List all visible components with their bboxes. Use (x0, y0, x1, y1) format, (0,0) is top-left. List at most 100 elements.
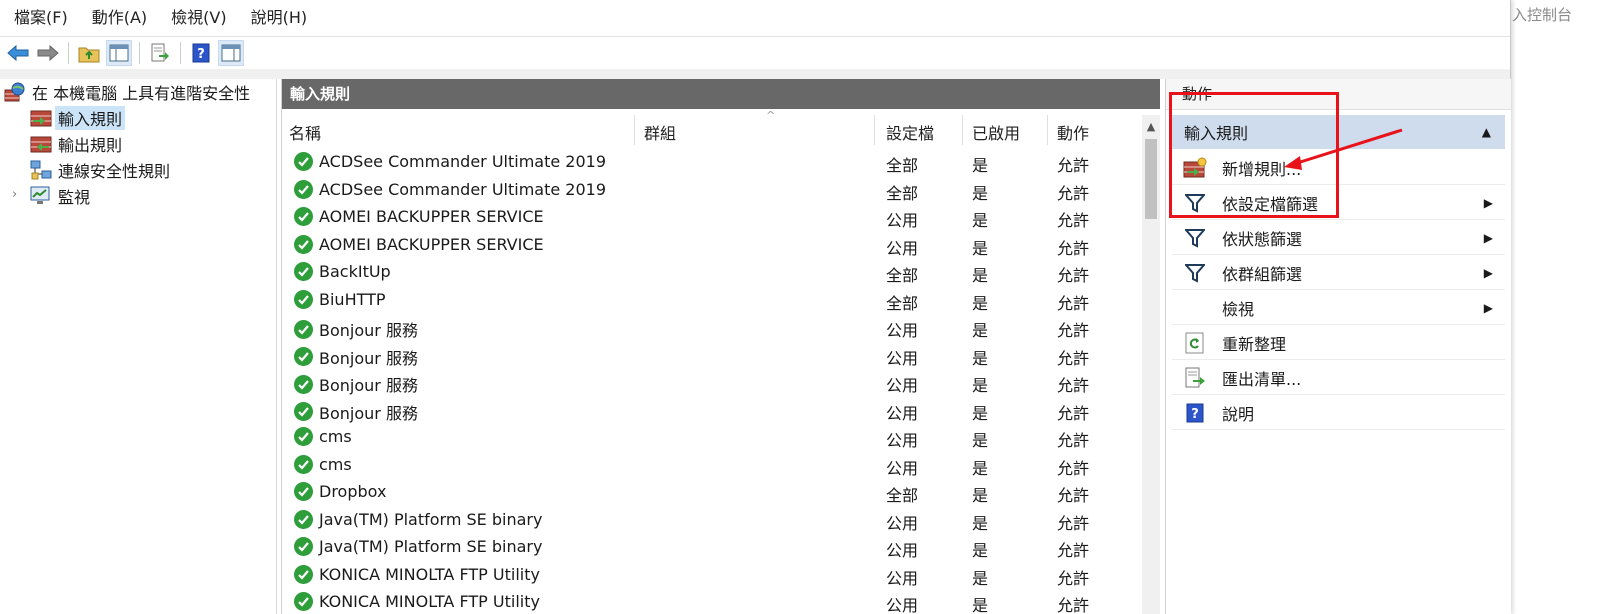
rule-enabled-cell: 是 (972, 321, 989, 340)
table-row[interactable]: cms 公用 是 允許 (282, 451, 1142, 479)
forward-icon[interactable] (36, 41, 60, 65)
rule-name-text: cms (319, 454, 352, 474)
show-hide-tree-icon[interactable] (106, 40, 132, 66)
table-row[interactable]: AOMEI BACKUPPER SERVICE 公用 是 允許 (282, 231, 1142, 259)
action-filter-by-state[interactable]: 依狀態篩選 ▶ (1172, 221, 1505, 255)
enabled-check-icon (294, 427, 313, 446)
table-row[interactable]: cms 公用 是 允許 (282, 423, 1142, 451)
rule-enabled-cell: 是 (972, 568, 989, 588)
column-divider[interactable] (962, 115, 963, 145)
enabled-check-icon (294, 262, 313, 281)
enabled-check-icon (294, 537, 313, 556)
filter-icon (1182, 261, 1208, 285)
rule-action-cell: 允許 (1057, 156, 1090, 175)
menu-file[interactable]: 檔案(F) (0, 0, 80, 36)
enabled-check-icon (294, 207, 313, 226)
tree-root-label: 在 本機電腦 上具有進階安全性 (32, 84, 251, 103)
menu-view[interactable]: 檢視(V) (159, 0, 238, 36)
tree-item-label: 輸出規則 (58, 136, 123, 155)
action-refresh[interactable]: 重新整理 (1172, 326, 1505, 360)
table-row[interactable]: ACDSee Commander Ultimate 2019 全部 是 允許 (282, 148, 1142, 176)
action-filter-by-group[interactable]: 依群組篩選 ▶ (1172, 256, 1505, 290)
rule-action-cell: 允許 (1057, 321, 1090, 340)
rule-action-cell: 允許 (1057, 266, 1090, 285)
table-row[interactable]: Java(TM) Platform SE binary 公用 是 允許 (282, 506, 1142, 534)
rule-profile-cell: 公用 (886, 376, 919, 395)
rule-action-cell: 允許 (1057, 486, 1090, 505)
rule-enabled-cell: 是 (972, 183, 989, 203)
back-icon[interactable] (6, 41, 30, 65)
scroll-thumb[interactable] (1145, 139, 1157, 219)
table-row[interactable]: Bonjour 服務 公用 是 允許 (282, 313, 1142, 341)
rule-action-cell: 允許 (1057, 238, 1090, 258)
action-label: 依群組篩選 (1222, 264, 1303, 284)
column-header-name[interactable]: 名稱 (289, 120, 321, 144)
tree-item-monitoring[interactable]: 監視 (30, 183, 90, 209)
help-icon[interactable]: ? (189, 41, 213, 65)
table-row[interactable]: KONICA MINOLTA FTP Utility 公用 是 允許 (282, 588, 1142, 614)
table-row[interactable]: Java(TM) Platform SE binary 公用 是 允許 (282, 533, 1142, 561)
column-divider[interactable] (1047, 115, 1048, 145)
connection-security-icon (30, 160, 52, 180)
rule-profile-cell: 公用 (886, 568, 919, 588)
rule-enabled-cell: 是 (972, 238, 989, 258)
table-row[interactable]: BackItUp 全部 是 允許 (282, 258, 1142, 286)
toolbar: ? (0, 37, 1510, 69)
rule-profile-cell: 公用 (886, 403, 919, 423)
action-view[interactable]: 檢視 ▶ (1172, 291, 1505, 325)
rule-enabled-cell: 是 (972, 458, 989, 478)
rule-action-cell: 允許 (1057, 458, 1090, 478)
rule-name-text: BackItUp (319, 262, 391, 281)
export-icon (1182, 366, 1208, 390)
vertical-scrollbar[interactable]: ▲ (1142, 115, 1160, 614)
rule-enabled-cell: 是 (972, 348, 989, 368)
action-label: 依狀態篩選 (1222, 229, 1303, 249)
tree-item-connection-security-rules[interactable]: 連線安全性規則 (30, 157, 170, 183)
firewall-globe-icon (4, 82, 26, 102)
column-divider[interactable] (874, 115, 875, 145)
action-help[interactable]: ? 說明 (1172, 396, 1505, 430)
enabled-check-icon (294, 234, 313, 254)
background-window-caption: 入控制台 (1512, 6, 1573, 24)
enabled-check-icon (294, 179, 313, 199)
table-row[interactable]: Bonjour 服務 公用 是 允許 (282, 368, 1142, 396)
rule-profile-cell: 公用 (886, 596, 919, 614)
menu-help[interactable]: 說明(H) (239, 0, 320, 36)
action-label: 匯出清單... (1222, 369, 1302, 389)
tree-item-outbound-rules[interactable]: 輸出規則 (30, 131, 122, 157)
rule-profile-cell: 公用 (886, 238, 919, 258)
tree-item-label: 輸入規則 (55, 106, 126, 130)
table-row[interactable]: Dropbox 全部 是 允許 (282, 478, 1142, 506)
rule-action-cell: 允許 (1057, 348, 1090, 368)
tree-item-inbound-rules[interactable]: 輸入規則 (30, 105, 126, 131)
column-header-group[interactable]: 群組 (644, 120, 676, 144)
rule-name-cell: cms (294, 454, 352, 474)
table-row[interactable]: ACDSee Commander Ultimate 2019 全部 是 允許 (282, 176, 1142, 204)
action-export-list[interactable]: 匯出清單... (1172, 361, 1505, 395)
column-header-enabled[interactable]: 已啟用 (972, 120, 1020, 144)
menu-action[interactable]: 動作(A) (80, 0, 159, 36)
rule-profile-cell: 全部 (886, 156, 919, 175)
submenu-arrow-icon: ▶ (1483, 265, 1493, 280)
rule-name-text: ACDSee Commander Ultimate 2019 (319, 179, 607, 199)
collapse-triangle-icon[interactable]: ▲ (1482, 125, 1491, 139)
column-header-profile[interactable]: 設定檔 (886, 120, 934, 144)
export-list-icon[interactable] (148, 41, 172, 65)
up-folder-icon[interactable] (77, 41, 101, 65)
rule-name-text: Bonjour 服務 (319, 348, 418, 368)
table-row[interactable]: KONICA MINOLTA FTP Utility 公用 是 允許 (282, 561, 1142, 589)
table-row[interactable]: Bonjour 服務 公用 是 允許 (282, 341, 1142, 369)
filter-icon (1182, 226, 1208, 250)
tree-root[interactable]: 在 本機電腦 上具有進階安全性 (4, 79, 250, 105)
scroll-up-icon[interactable]: ▲ (1142, 117, 1160, 137)
rule-name-text: Bonjour 服務 (319, 321, 418, 340)
rule-enabled-cell: 是 (972, 541, 989, 560)
table-row[interactable]: AOMEI BACKUPPER SERVICE 公用 是 允許 (282, 203, 1142, 231)
show-hide-action-pane-icon[interactable] (218, 40, 244, 66)
rule-action-cell: 允許 (1057, 403, 1090, 423)
expand-chevron-icon[interactable]: › (12, 187, 17, 202)
column-divider[interactable] (634, 115, 635, 145)
table-row[interactable]: BiuHTTP 全部 是 允許 (282, 286, 1142, 314)
column-header-action[interactable]: 動作 (1057, 120, 1089, 144)
table-row[interactable]: Bonjour 服務 公用 是 允許 (282, 396, 1142, 424)
